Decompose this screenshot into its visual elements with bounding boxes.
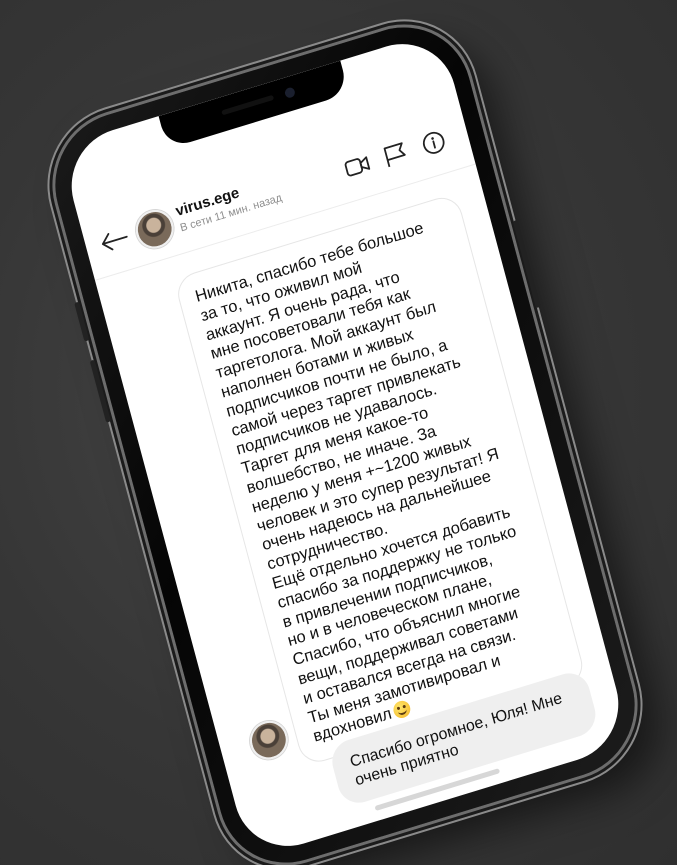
flag-icon[interactable]	[380, 139, 411, 170]
back-arrow-icon[interactable]	[97, 226, 131, 254]
avatar[interactable]	[131, 205, 178, 254]
smiling-face-icon	[391, 698, 413, 721]
incoming-message-bubble[interactable]: Никита, спасибо тебе большое за то, что …	[173, 192, 588, 768]
phone-screen: virus.ege В сети 11 мин. назад Никита, с…	[59, 30, 631, 860]
incoming-message-text: Никита, спасибо тебе большое за то, что …	[193, 218, 523, 746]
photo-background: virus.ege В сети 11 мин. назад Никита, с…	[0, 0, 677, 865]
phone-mockup: virus.ege В сети 11 мин. назад Никита, с…	[39, 10, 651, 865]
sender-avatar[interactable]	[245, 716, 292, 765]
video-call-icon[interactable]	[342, 151, 373, 182]
front-camera	[283, 86, 296, 100]
speaker-grille	[221, 94, 275, 116]
info-icon[interactable]	[418, 127, 449, 158]
